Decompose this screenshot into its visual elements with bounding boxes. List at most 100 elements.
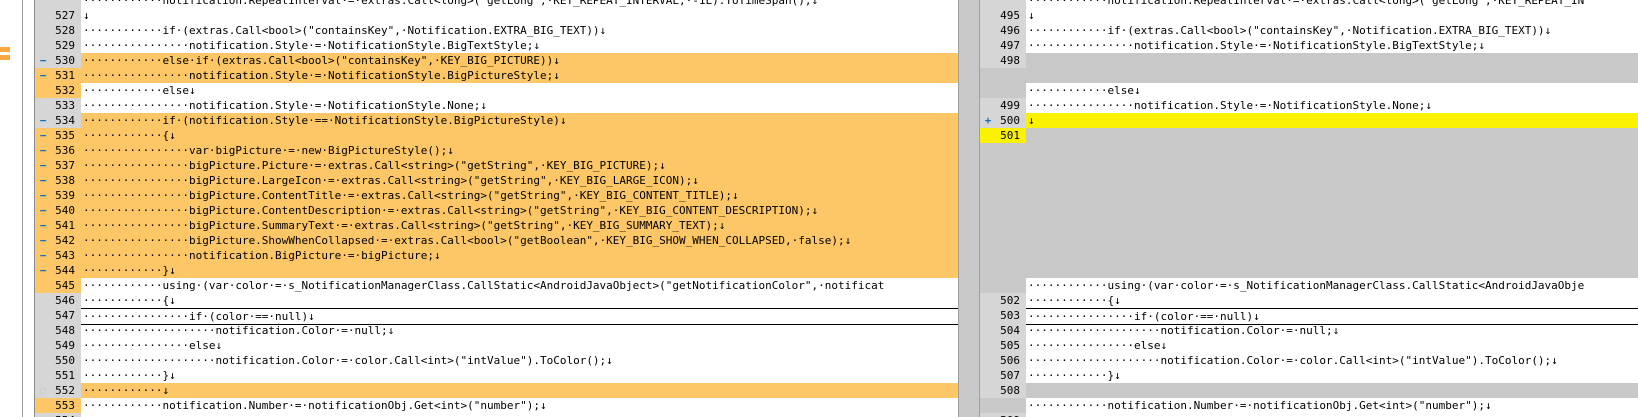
- line-text[interactable]: [1026, 203, 1638, 218]
- code-line[interactable]: 532 − ················notification.Style…: [35, 68, 958, 98]
- overview-gutter[interactable]: [0, 0, 35, 417]
- code-line[interactable]: 552 ············}↓: [35, 368, 958, 397]
- line-text[interactable]: ············using·(var·color·=·s_Notific…: [81, 278, 958, 293]
- change-marker[interactable]: [0, 47, 10, 52]
- line-text[interactable]: ············↓: [81, 383, 958, 398]
- code-line[interactable]: 541 − ················bigPicture.Content…: [35, 203, 958, 233]
- line-text[interactable]: ············}↓: [1026, 368, 1638, 383]
- code-line[interactable]: 501 + ↓: [980, 113, 1638, 143]
- code-line[interactable]: 498 ················notification.Style·=…: [980, 38, 1638, 67]
- line-text[interactable]: ············{↓: [81, 293, 958, 308]
- code-line[interactable]: 550 ················else↓: [35, 338, 958, 367]
- line-text[interactable]: ················notification.BigPicture·…: [81, 248, 958, 263]
- line-text[interactable]: ············notification.Number·=·notifi…: [1026, 398, 1638, 413]
- line-text[interactable]: [1026, 53, 1638, 68]
- code-line[interactable]: [980, 158, 1638, 188]
- line-text[interactable]: [1026, 218, 1638, 233]
- code-line[interactable]: [980, 248, 1638, 278]
- line-text[interactable]: ↓: [1026, 113, 1638, 128]
- line-text[interactable]: [1026, 158, 1638, 173]
- code-line[interactable]: 529 ············if·(extras.Call<bool>("c…: [35, 23, 958, 52]
- code-line[interactable]: 540 − ················bigPicture.Content…: [35, 188, 958, 218]
- pane-splitter[interactable]: [958, 0, 980, 417]
- code-line[interactable]: [980, 218, 1638, 248]
- code-line[interactable]: 536 − ············{↓: [35, 128, 958, 158]
- code-line[interactable]: 530 ················notification.Style·=…: [35, 38, 958, 67]
- code-line[interactable]: 531 − ············else·if·(extras.Call<b…: [35, 53, 958, 83]
- line-text[interactable]: [1026, 233, 1638, 248]
- code-line[interactable]: 545 − ············}↓: [35, 263, 958, 293]
- code-line[interactable]: [980, 173, 1638, 203]
- code-line[interactable]: 496 ↓: [980, 8, 1638, 37]
- code-line[interactable]: 505 ····················notification.Col…: [980, 323, 1638, 352]
- line-text[interactable]: ↓: [81, 8, 958, 23]
- line-text[interactable]: ············}↓: [81, 263, 958, 278]
- line-text[interactable]: [1026, 188, 1638, 203]
- line-text[interactable]: ············notification.RepeatInterval·…: [1026, 0, 1638, 8]
- line-text[interactable]: ················bigPicture.Picture·=·ext…: [81, 158, 958, 173]
- code-line[interactable]: [980, 263, 1638, 293]
- change-marker[interactable]: [0, 55, 10, 60]
- line-text[interactable]: ················else↓: [81, 338, 958, 353]
- code-line[interactable]: [980, 383, 1638, 413]
- code-line[interactable]: [980, 203, 1638, 233]
- code-line[interactable]: 499 ············else↓: [980, 83, 1638, 112]
- line-text[interactable]: ················bigPicture.ContentDescri…: [81, 203, 958, 218]
- line-text[interactable]: ············else↓: [1026, 83, 1638, 98]
- line-text[interactable]: ················notification.Style·=·Not…: [81, 68, 958, 83]
- line-text[interactable]: ············else↓: [81, 83, 958, 98]
- code-line[interactable]: 549 ····················notification.Col…: [35, 323, 958, 352]
- left-diff-pane[interactable]: 527 ············notification.RepeatInter…: [0, 0, 958, 417]
- code-line[interactable]: 543 − ················bigPicture.ShowWhe…: [35, 233, 958, 263]
- line-text[interactable]: ················var·bigPicture·=·new·Big…: [81, 143, 958, 158]
- line-text[interactable]: ············if·(extras.Call<bool>("conta…: [1026, 23, 1638, 38]
- line-text[interactable]: ················notification.Style·=·Not…: [1026, 38, 1638, 53]
- line-text[interactable]: [1026, 128, 1638, 143]
- line-text[interactable]: ················bigPicture.ShowWhenColla…: [81, 233, 958, 248]
- line-text[interactable]: ····················notification.Color·=…: [81, 353, 958, 368]
- code-line[interactable]: 502 ············using·(var·color·=·s_Not…: [980, 278, 1638, 307]
- code-line[interactable]: 542 − ················bigPicture.Summary…: [35, 218, 958, 248]
- line-text[interactable]: ············if·(extras.Call<bool>("conta…: [81, 23, 958, 38]
- line-text[interactable]: ················else↓: [1026, 338, 1638, 353]
- line-text[interactable]: ············else·if·(extras.Call<bool>("…: [81, 53, 958, 68]
- code-line[interactable]: 534 ················notification.Style·=…: [35, 98, 958, 127]
- code-line[interactable]: 546 ············using·(var·color·=·s_Not…: [35, 278, 958, 307]
- code-line[interactable]: [980, 233, 1638, 263]
- code-line[interactable]: 551 ····················notification.Col…: [35, 353, 958, 382]
- line-text[interactable]: ············if·(notification.Style·==·No…: [81, 113, 958, 128]
- line-text[interactable]: ················bigPicture.SummaryText·=…: [81, 218, 958, 233]
- line-text[interactable]: ············{↓: [81, 128, 958, 143]
- code-line[interactable]: 500 ················notification.Style·=…: [980, 98, 1638, 127]
- line-text[interactable]: ················bigPicture.LargeIcon·=·e…: [81, 173, 958, 188]
- code-line[interactable]: 533 ············else↓: [35, 83, 958, 112]
- line-text[interactable]: [1026, 263, 1638, 278]
- code-line[interactable]: 544 − ················notification.BigPi…: [35, 248, 958, 278]
- code-line[interactable]: [980, 128, 1638, 158]
- code-line[interactable]: 503 ············{↓: [980, 293, 1638, 322]
- code-line[interactable]: 527 ············notification.RepeatInter…: [35, 0, 958, 22]
- code-line[interactable]: [980, 143, 1638, 173]
- code-line[interactable]: 537 − ················var·bigPicture·=·n…: [35, 143, 958, 173]
- line-text[interactable]: ············}↓: [81, 368, 958, 383]
- code-line[interactable]: [980, 68, 1638, 98]
- line-text[interactable]: ············notification.RepeatInterval·…: [81, 0, 958, 8]
- line-text[interactable]: ················notification.Style·=·Not…: [81, 98, 958, 113]
- left-code-lines[interactable]: 527 ············notification.RepeatInter…: [35, 0, 958, 417]
- line-text[interactable]: ············notification.Number·=·notifi…: [81, 398, 958, 413]
- line-text[interactable]: ················bigPicture.ContentTitle·…: [81, 188, 958, 203]
- right-diff-pane[interactable]: 495 ············notification.RepeatInter…: [980, 0, 1638, 417]
- line-text[interactable]: ················notification.Style·=·Not…: [81, 38, 958, 53]
- code-line[interactable]: 528 ↓: [35, 8, 958, 37]
- line-text[interactable]: [1026, 248, 1638, 263]
- code-line[interactable]: 548 ················if·(color·==·null)↓: [35, 308, 958, 337]
- code-line[interactable]: 547 ············{↓: [35, 293, 958, 322]
- line-text[interactable]: ↓: [1026, 8, 1638, 23]
- line-text[interactable]: ····················notification.Color·=…: [1026, 353, 1638, 368]
- line-text[interactable]: ····················notification.Color·=…: [1026, 323, 1638, 338]
- code-line[interactable]: [980, 53, 1638, 83]
- code-line[interactable]: 535 − ············if·(notification.Style…: [35, 113, 958, 143]
- line-text[interactable]: [1026, 383, 1638, 398]
- code-line[interactable]: 509 ············notification.Number·=·no…: [980, 398, 1638, 417]
- code-line[interactable]: 504 ················if·(color·==·null)↓: [980, 308, 1638, 337]
